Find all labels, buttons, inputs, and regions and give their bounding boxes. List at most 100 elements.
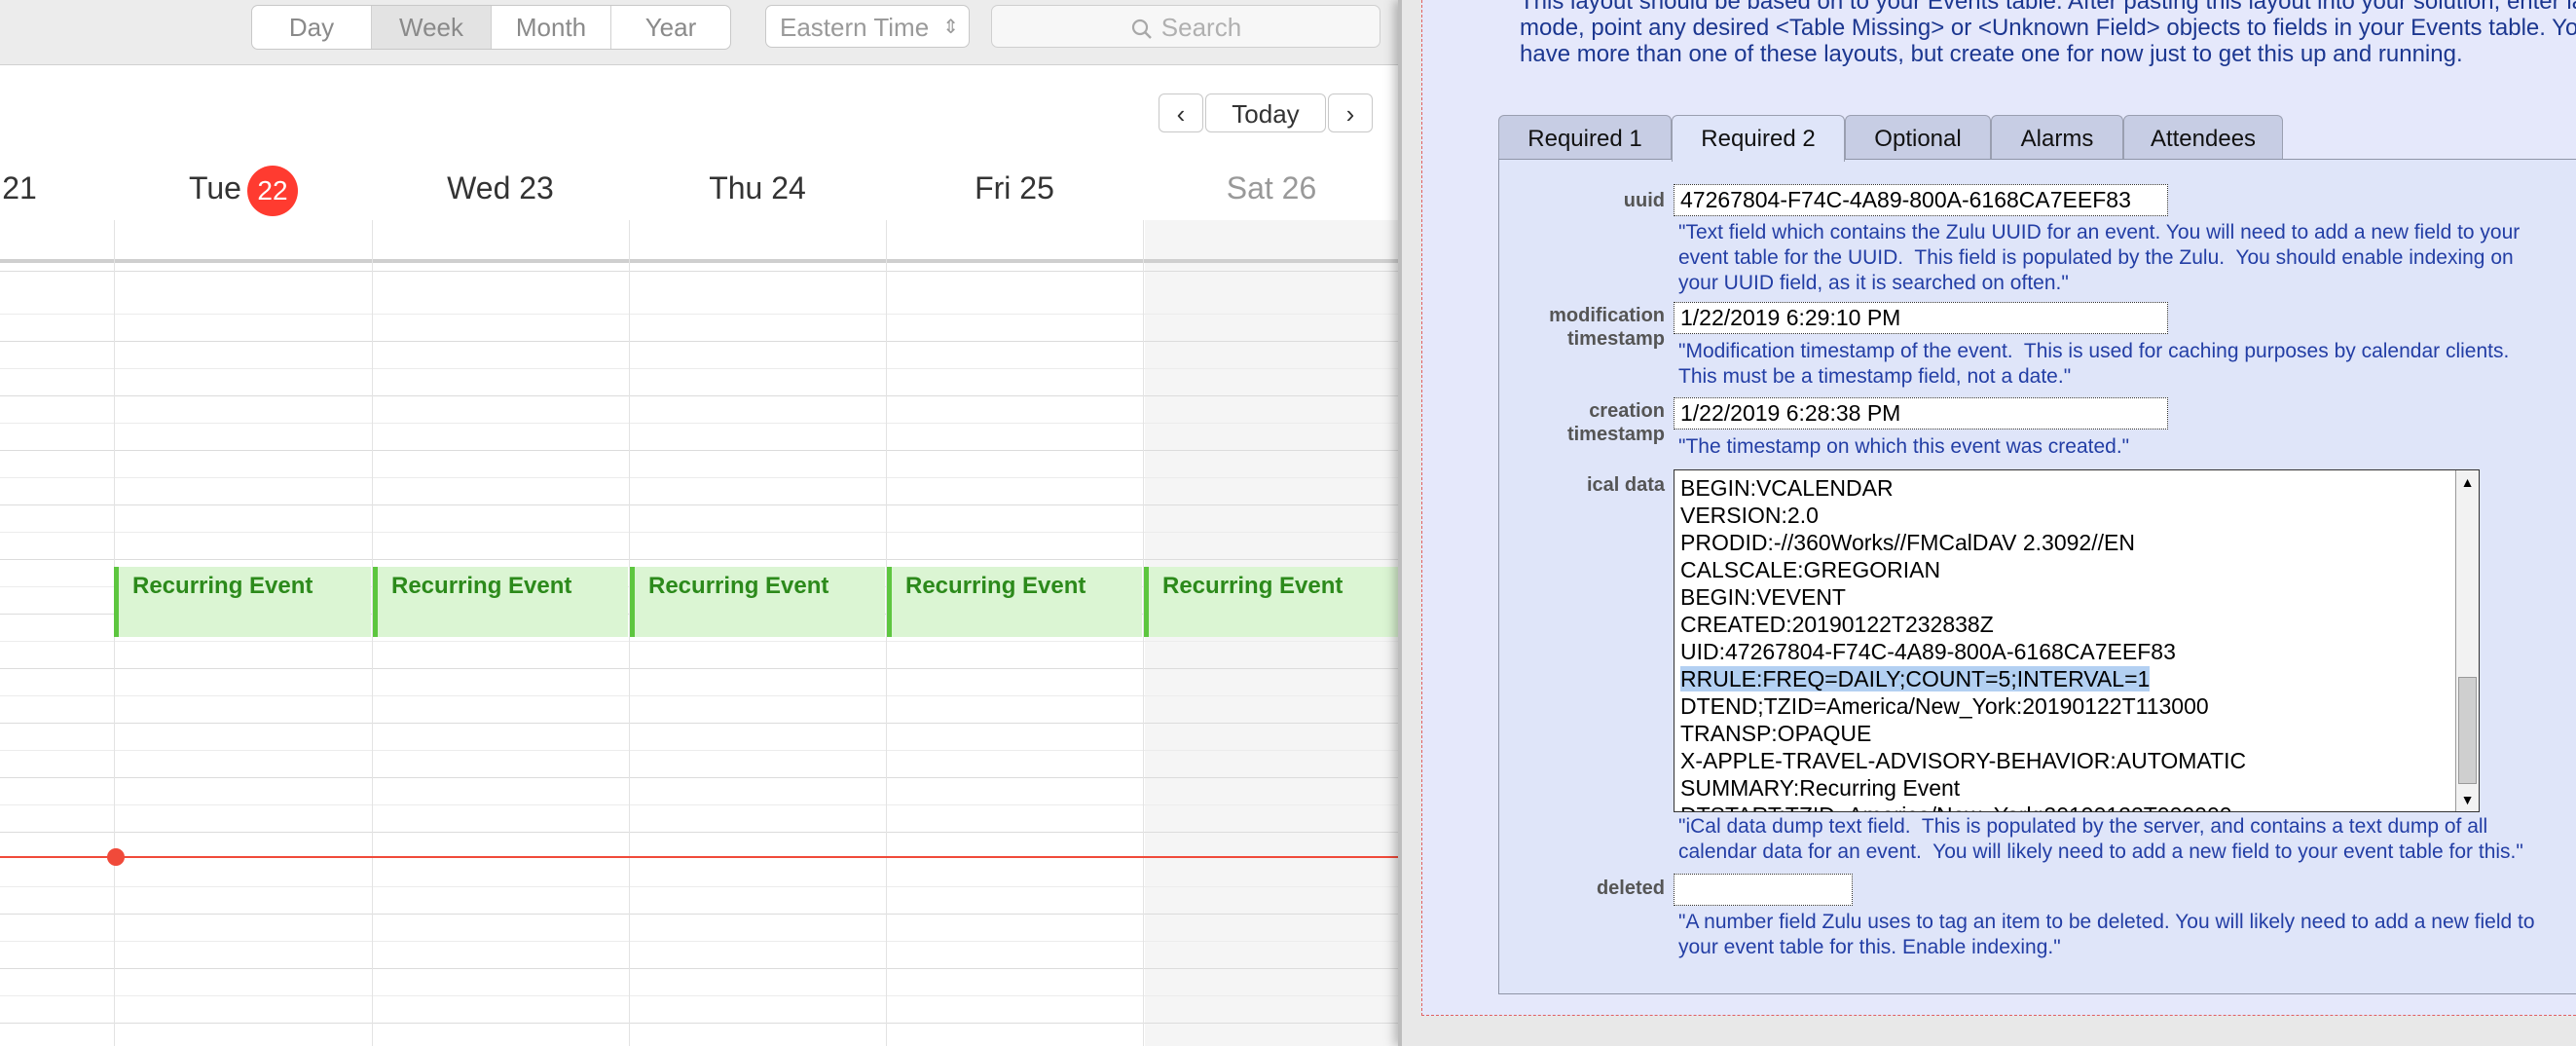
hour-line xyxy=(0,777,1402,778)
timezone-label: Eastern Time xyxy=(780,13,930,42)
ical-data-note: "iCal data dump text field. This is popu… xyxy=(1678,815,2523,863)
hour-line xyxy=(0,1023,1402,1024)
today-button[interactable]: Today xyxy=(1205,93,1326,132)
view-month-button[interactable]: Month xyxy=(492,6,611,49)
day-header-mon[interactable]: 21 xyxy=(0,156,39,220)
ical-line: CREATED:20190122T232838Z xyxy=(1680,612,1994,637)
event-wed[interactable]: Recurring Event xyxy=(373,567,628,637)
tab-required-2[interactable]: Required 2 xyxy=(1672,115,1845,162)
day-label: Fri 25 xyxy=(975,170,1054,205)
tab-attendees[interactable]: Attendees xyxy=(2123,115,2283,160)
hour-line xyxy=(0,368,1402,369)
ical-text[interactable]: BEGIN:VCALENDAR VERSION:2.0 PRODID:-//36… xyxy=(1680,474,2247,811)
hour-line xyxy=(0,477,1402,478)
hour-line xyxy=(0,341,1402,342)
ical-scrollbar[interactable]: ▲ ▼ xyxy=(2455,470,2479,811)
hour-line xyxy=(0,532,1402,533)
all-day-separator xyxy=(0,259,1402,263)
view-week-button[interactable]: Week xyxy=(372,6,492,49)
search-field[interactable]: Search xyxy=(991,5,1380,48)
scroll-up-arrow-icon[interactable]: ▲ xyxy=(2456,470,2479,494)
view-day-button[interactable]: Day xyxy=(252,6,372,49)
hour-line xyxy=(0,395,1402,396)
timezone-select[interactable]: Eastern Time ⇕ xyxy=(765,5,970,48)
scroll-down-arrow-icon[interactable]: ▼ xyxy=(2456,788,2479,811)
event-fri[interactable]: Recurring Event xyxy=(887,567,1142,637)
creation-timestamp-note: "The timestamp on which this event was c… xyxy=(1678,435,2130,458)
hour-line xyxy=(0,723,1402,724)
event-tue[interactable]: Recurring Event xyxy=(114,567,371,637)
tab-required-1[interactable]: Required 1 xyxy=(1498,115,1672,160)
day-header-thu[interactable]: Thu 24 xyxy=(629,156,886,220)
hour-line xyxy=(0,559,1402,560)
ical-line: PRODID:-//360Works//FMCalDAV 2.3092//EN xyxy=(1680,530,2135,555)
event-sat[interactable]: Recurring Event xyxy=(1144,567,1402,637)
week-grid[interactable]: Recurring Event Recurring Event Recurrin… xyxy=(0,220,1402,1046)
day-label: Thu 24 xyxy=(709,170,806,205)
hour-line xyxy=(0,271,1402,272)
ical-data-label: ical data xyxy=(1586,474,1665,496)
hour-line xyxy=(0,668,1402,669)
chevron-left-icon: ‹ xyxy=(1176,99,1186,129)
tab-alarms[interactable]: Alarms xyxy=(1991,115,2123,160)
search-icon xyxy=(1131,19,1152,39)
hour-line xyxy=(0,941,1402,942)
hour-line xyxy=(0,314,1402,315)
day-headers: 21 Tue 22 Wed 23 Thu 24 Fri 25 Sat 26 xyxy=(0,156,1402,220)
hour-line xyxy=(0,804,1402,805)
hour-line xyxy=(0,995,1402,996)
modification-timestamp-field[interactable]: 1/22/2019 6:29:10 PM xyxy=(1674,302,2168,334)
chevron-right-icon: › xyxy=(1345,99,1355,129)
deleted-field[interactable] xyxy=(1674,874,1853,906)
ical-line: X-APPLE-TRAVEL-ADVISORY-BEHAVIOR:AUTOMAT… xyxy=(1680,748,2247,773)
ical-line: BEGIN:VCALENDAR xyxy=(1680,475,1894,501)
current-time-line xyxy=(0,856,1402,858)
tab-optional[interactable]: Optional xyxy=(1845,115,1991,160)
ical-data-field[interactable]: BEGIN:VCALENDAR VERSION:2.0 PRODID:-//36… xyxy=(1674,469,2480,812)
ical-line: BEGIN:VEVENT xyxy=(1680,584,1846,610)
view-switcher: Day Week Month Year xyxy=(251,5,731,50)
day-label: Wed 23 xyxy=(447,170,554,205)
uuid-note: "Text field which contains the Zulu UUID… xyxy=(1678,221,2521,294)
next-week-button[interactable]: › xyxy=(1328,93,1373,132)
modification-timestamp-note: "Modification timestamp of the event. Th… xyxy=(1678,340,2510,388)
ical-line: SUMMARY:Recurring Event xyxy=(1680,775,1961,801)
modification-timestamp-label: modification timestamp xyxy=(1549,305,1665,350)
hour-line xyxy=(0,886,1402,887)
calendar-window: Day Week Month Year Eastern Time ⇕ Searc… xyxy=(0,0,1402,1046)
creation-timestamp-field[interactable]: 1/22/2019 6:28:38 PM xyxy=(1674,397,2168,430)
current-time-dot xyxy=(107,848,125,866)
today-date-badge: 22 xyxy=(246,165,298,216)
ical-line: CALSCALE:GREGORIAN xyxy=(1680,557,1941,582)
layout-canvas: This layout should be based on to your E… xyxy=(1421,0,2576,1016)
day-label: Sat 26 xyxy=(1226,170,1317,205)
view-year-button[interactable]: Year xyxy=(611,6,730,49)
updown-chevron-icon: ⇕ xyxy=(942,17,959,38)
ical-line-selected: RRULE:FREQ=DAILY;COUNT=5;INTERVAL=1 xyxy=(1680,665,2246,692)
creation-timestamp-label: creation timestamp xyxy=(1566,400,1665,445)
hour-line xyxy=(0,968,1402,969)
layout-instructions: This layout should be based on to your E… xyxy=(1520,0,2576,67)
filemaker-window: This layout should be based on to your E… xyxy=(1398,0,2576,1046)
hour-line xyxy=(0,504,1402,505)
uuid-field[interactable]: 47267804-F74C-4A89-800A-6168CA7EEF83 xyxy=(1674,184,2168,216)
day-header-sat[interactable]: Sat 26 xyxy=(1143,156,1400,220)
deleted-note: "A number field Zulu uses to tag an item… xyxy=(1678,911,2535,958)
day-header-wed[interactable]: Wed 23 xyxy=(372,156,629,220)
event-thu[interactable]: Recurring Event xyxy=(630,567,885,637)
ical-line: UID:47267804-F74C-4A89-800A-6168CA7EEF83 xyxy=(1680,639,2176,664)
hour-line xyxy=(0,832,1402,833)
deleted-label: deleted xyxy=(1596,878,1665,899)
previous-week-button[interactable]: ‹ xyxy=(1159,93,1203,132)
search-placeholder: Search xyxy=(1160,13,1242,42)
day-header-fri[interactable]: Fri 25 xyxy=(886,156,1143,220)
hour-line xyxy=(0,641,1402,642)
ical-line: TRANSP:OPAQUE xyxy=(1680,721,1872,746)
hour-line xyxy=(0,695,1402,696)
hour-line xyxy=(0,914,1402,915)
uuid-label: uuid xyxy=(1623,190,1665,211)
selected-text: RRULE:FREQ=DAILY;COUNT=5;INTERVAL=1 xyxy=(1680,666,2151,691)
day-header-tue[interactable]: Tue 22 xyxy=(115,156,372,220)
scroll-thumb[interactable] xyxy=(2458,677,2477,784)
day-label: 21 xyxy=(2,170,37,205)
